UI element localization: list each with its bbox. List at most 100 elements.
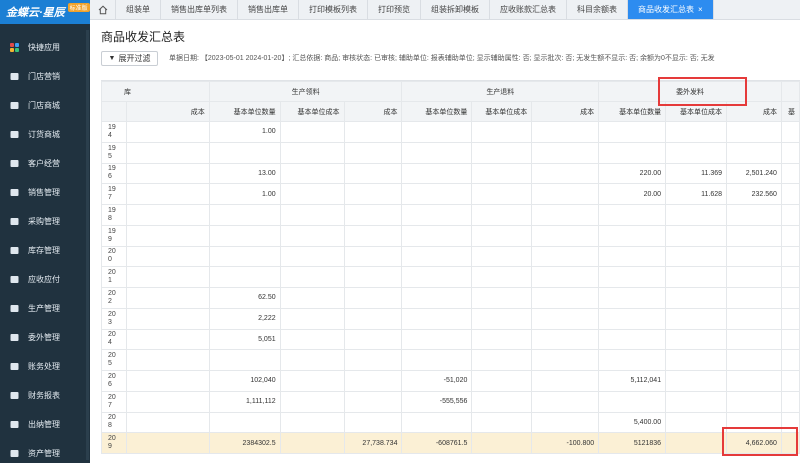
table-cell <box>665 245 728 268</box>
table-cell <box>343 287 403 309</box>
column-header[interactable]: 成本 <box>531 101 600 122</box>
sidebar-item-accounting[interactable]: 账务处理 <box>0 352 90 381</box>
table-cell <box>125 183 210 205</box>
tab-1[interactable]: 销售出库单列表 <box>161 0 238 19</box>
table-cell: 2,501.240 <box>726 162 782 185</box>
table-cell <box>343 162 403 185</box>
column-header[interactable]: 成本 <box>343 101 403 122</box>
close-icon[interactable]: × <box>698 5 703 14</box>
table-row[interactable]: 205 <box>101 349 800 371</box>
table-cell <box>780 183 800 205</box>
table-cell <box>598 245 667 268</box>
cashier-icon <box>9 419 20 430</box>
sidebar-item-ledger[interactable]: 应收应付 <box>0 265 90 294</box>
sidebar-item-customer[interactable]: 客户经营 <box>0 149 90 178</box>
table-row[interactable]: 202 62.50 <box>101 287 800 309</box>
summary-row[interactable]: 209 2384302.5 27,738.734 -608761.5 -100.800 5… <box>101 432 800 454</box>
table-cell: 232.560 <box>726 183 782 205</box>
table-row[interactable]: 204 5,051 <box>101 328 800 351</box>
table-row[interactable]: 203 2,222 <box>101 307 800 330</box>
tab-5[interactable]: 组装拆卸模板 <box>421 0 490 19</box>
table-row[interactable]: 197 1.00 20.00 11.628 232.560 <box>101 183 800 205</box>
sidebar-item-sales[interactable]: 销售管理 <box>0 178 90 207</box>
home-tab[interactable] <box>90 0 116 19</box>
table-cell <box>471 370 533 392</box>
table-cell <box>665 287 728 309</box>
table-cell: 5121836 <box>598 432 667 454</box>
sidebar-item-report[interactable]: 财务报表 <box>0 381 90 410</box>
row-number-text: 194 <box>108 123 116 139</box>
sidebar-item-asset[interactable]: 资产管理 <box>0 439 90 463</box>
sidebar-item-label: 门店营销 <box>28 72 60 81</box>
table-cell <box>125 390 210 413</box>
table-cell <box>279 162 345 185</box>
table-cell <box>125 411 210 434</box>
sidebar-item-order-mall[interactable]: 订货商城 <box>0 120 90 149</box>
row-number: 209 <box>101 432 127 454</box>
column-header[interactable]: 基本单位数量 <box>208 101 281 122</box>
table-row[interactable]: 195 <box>101 141 800 164</box>
tab-4[interactable]: 打印预览 <box>368 0 421 19</box>
table-cell <box>780 370 800 392</box>
tab-0[interactable]: 组装单 <box>116 0 161 19</box>
table-row[interactable]: 208 5,400.00 <box>101 411 800 434</box>
table-cell <box>401 183 473 205</box>
table-cell: 220.00 <box>598 162 667 185</box>
table-cell <box>531 370 600 392</box>
table-cell <box>343 245 403 268</box>
sidebar-item-cart[interactable]: 采购管理 <box>0 207 90 236</box>
table-cell <box>726 307 782 330</box>
sidebar-item-warehouse[interactable]: 库存管理 <box>0 236 90 265</box>
table-cell <box>780 287 800 309</box>
report-grid[interactable]: 库 生产领料 生产退料 委外发料 成本 基本单位数量 基本单位成本 成本 基本单位数量基… <box>101 80 800 463</box>
sidebar-item-outsource[interactable]: 委外管理 <box>0 323 90 352</box>
table-cell <box>531 183 600 205</box>
column-header[interactable]: 基本单位数量 <box>401 101 473 122</box>
group-header-row: 库 生产领料 生产退料 委外发料 <box>101 81 800 102</box>
table-cell <box>279 287 345 309</box>
sidebar-item-label: 委外管理 <box>28 333 60 342</box>
tab-3[interactable]: 打印模板列表 <box>299 0 368 19</box>
sales-icon <box>9 187 20 198</box>
table-row[interactable]: 198 <box>101 204 800 226</box>
table-cell <box>598 224 667 247</box>
sidebar-item-store[interactable]: 门店营销 <box>0 62 90 91</box>
table-cell: -555,556 <box>401 390 473 413</box>
table-cell <box>279 266 345 288</box>
table-row[interactable]: 200 <box>101 245 800 268</box>
table-cell <box>780 224 800 247</box>
tab-2[interactable]: 销售出库单 <box>238 0 299 19</box>
column-header[interactable] <box>101 101 127 122</box>
column-header[interactable]: 基 <box>780 101 800 122</box>
sidebar-scrollbar[interactable] <box>86 30 89 460</box>
filter-icon: ▼ <box>108 55 116 62</box>
table-row[interactable]: 199 <box>101 224 800 247</box>
tab-8[interactable]: 商品收发汇总表 × <box>628 0 714 19</box>
sidebar-item-grid[interactable]: 快捷应用 <box>0 33 90 62</box>
table-row[interactable]: 206 102,040 -51,020 5,112,041 <box>101 370 800 392</box>
column-header[interactable]: 成本 <box>125 101 210 122</box>
column-header[interactable]: 基本单位数量 <box>598 101 667 122</box>
sidebar-item-mall[interactable]: 门店商城 <box>0 91 90 120</box>
column-header[interactable]: 基本单位成本 <box>279 101 345 122</box>
table-row[interactable]: 194 1.00 <box>101 121 800 143</box>
tab-6[interactable]: 应收账款汇总表 <box>490 0 567 19</box>
sidebar-item-factory[interactable]: 生产管理 <box>0 294 90 323</box>
table-row[interactable]: 196 13.00 220.00 11.369 2,501.240 <box>101 162 800 185</box>
table-cell <box>279 141 345 164</box>
column-header[interactable]: 基本单位成本 <box>665 101 728 122</box>
table-row[interactable]: 207 1,111,112 -555,556 <box>101 390 800 413</box>
sidebar-item-label: 客户经营 <box>28 159 60 168</box>
tab-7[interactable]: 科目余额表 <box>567 0 628 19</box>
sidebar-item-cashier[interactable]: 出纳管理 <box>0 410 90 439</box>
table-row[interactable]: 201 <box>101 266 800 288</box>
group-header-production-issue: 生产领料 <box>208 81 403 102</box>
table-cell <box>208 204 281 226</box>
table-cell <box>279 245 345 268</box>
table-cell <box>471 266 533 288</box>
app-logo[interactable]: 金蝶云·星辰 标准版 <box>0 0 90 24</box>
column-header[interactable]: 成本 <box>726 101 782 122</box>
column-header[interactable]: 基本单位成本 <box>471 101 533 122</box>
expand-filter-button[interactable]: ▼ 展开过滤 <box>101 51 158 66</box>
report-table: 库 生产领料 生产退料 委外发料 成本 基本单位数量 基本单位成本 成本 基本单位数量基… <box>101 81 800 454</box>
